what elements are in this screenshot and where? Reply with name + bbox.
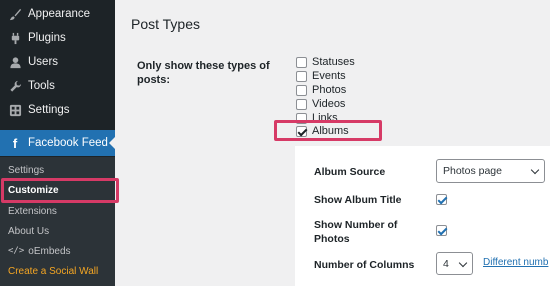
show-album-title-checkbox[interactable]	[436, 194, 447, 205]
submenu-item-customize[interactable]: Customize	[0, 180, 115, 200]
checkbox[interactable]	[296, 112, 307, 124]
submenu: Settings Customize Extensions About Us <…	[0, 157, 115, 286]
menu-item-facebook-feed[interactable]: f Facebook Feed	[0, 130, 115, 156]
menu-item-label: Plugins	[28, 32, 66, 44]
album-source-select[interactable]: Photos page	[436, 159, 545, 183]
select-value: Photos page	[443, 165, 502, 177]
main-content: Post Types Only show these types of post…	[115, 0, 550, 286]
number-of-columns-label: Number of Columns	[314, 259, 415, 271]
checkbox[interactable]	[296, 70, 307, 82]
checkbox-label: Photos	[312, 84, 347, 96]
admin-sidebar: Appearance Plugins Users Tools Settings …	[0, 0, 115, 286]
submenu-label: About Us	[8, 225, 50, 237]
post-type-links[interactable]: Links	[296, 111, 338, 125]
menu-item-label: Tools	[28, 80, 55, 92]
post-types-label: Only show these types of posts:	[137, 60, 270, 86]
menu-item-label: Appearance	[28, 8, 91, 20]
user-icon	[8, 55, 22, 69]
menu-item-settings[interactable]: Settings	[0, 98, 115, 122]
album-source-label: Album Source	[314, 166, 386, 178]
post-type-photos[interactable]: Photos	[296, 83, 346, 97]
post-type-videos[interactable]: Videos	[296, 97, 345, 111]
checkbox-label: Albums	[312, 125, 349, 137]
menu-item-tools[interactable]: Tools	[0, 74, 115, 98]
post-type-events[interactable]: Events	[296, 69, 346, 83]
submenu-label: Settings	[8, 164, 45, 176]
submenu-item-oembeds[interactable]: </> oEmbeds	[0, 241, 115, 261]
menu-item-plugins[interactable]: Plugins	[0, 26, 115, 50]
facebook-icon: f	[12, 135, 18, 151]
post-type-albums[interactable]: Albums	[296, 124, 349, 138]
menu-item-appearance[interactable]: Appearance	[0, 2, 115, 26]
chevron-down-icon	[530, 165, 540, 175]
paintbrush-icon	[8, 7, 22, 21]
album-settings-panel: Album Source Photos page Show Album Titl…	[295, 146, 550, 286]
submenu-item-create-social-wall[interactable]: Create a Social Wall	[0, 261, 115, 281]
checkbox[interactable]	[296, 84, 307, 96]
post-type-statuses[interactable]: Statuses	[296, 55, 355, 69]
show-number-of-photos-label: Show Number of Photos	[314, 219, 398, 245]
chevron-down-icon	[458, 258, 468, 267]
number-of-columns-select[interactable]: 4	[436, 252, 473, 275]
show-album-title-label: Show Album Title	[314, 194, 402, 206]
submenu-item-about-us[interactable]: About Us	[0, 221, 115, 241]
checkbox[interactable]	[296, 56, 307, 68]
checkbox-label: Events	[312, 70, 346, 82]
checkbox-label: Videos	[312, 98, 346, 110]
submenu-label: Customize	[8, 184, 59, 196]
submenu-label: Extensions	[8, 205, 57, 217]
checkbox-label: Statuses	[312, 56, 355, 68]
different-number-link[interactable]: Different numb	[483, 257, 548, 268]
section-title: Post Types	[131, 16, 201, 32]
menu-item-label: Facebook Feed	[28, 137, 108, 149]
submenu-item-settings[interactable]: Settings	[0, 160, 115, 180]
menu-item-label: Users	[28, 56, 59, 68]
code-icon: </>	[8, 246, 25, 256]
menu-item-label: Settings	[28, 104, 70, 116]
settings-icon	[8, 103, 22, 117]
select-value: 4	[443, 257, 449, 270]
plug-icon	[8, 31, 22, 45]
submenu-label: oEmbeds	[28, 245, 71, 257]
checkbox-label: Links	[312, 112, 338, 124]
show-number-of-photos-checkbox[interactable]	[436, 225, 447, 236]
submenu-item-extensions[interactable]: Extensions	[0, 201, 115, 221]
checkbox-checked[interactable]	[296, 125, 307, 137]
menu-item-users[interactable]: Users	[0, 50, 115, 74]
wrench-icon	[8, 79, 22, 93]
submenu-label: Create a Social Wall	[8, 265, 99, 277]
checkbox[interactable]	[296, 98, 307, 110]
